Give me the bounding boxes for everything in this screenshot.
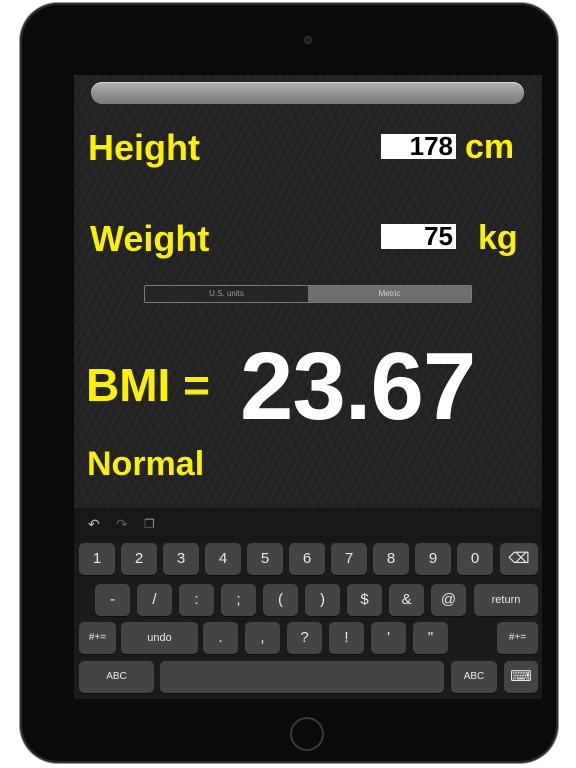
- app-screen: Height 178 cm Weight 75 kg U.S. units Me…: [74, 75, 542, 699]
- bmi-label: BMI =: [86, 359, 210, 411]
- key-dollar[interactable]: $: [347, 584, 382, 616]
- weight-label: Weight: [90, 218, 210, 259]
- abc-key-left[interactable]: ABC: [79, 661, 154, 693]
- key-2[interactable]: 2: [121, 543, 157, 575]
- key-at[interactable]: @: [431, 584, 466, 616]
- key-apostrophe[interactable]: ': [371, 622, 406, 654]
- weight-unit: kg: [478, 219, 518, 257]
- key-exclamation[interactable]: !: [329, 622, 364, 654]
- keyboard-shortcut-bar: ↶ ↷ ❐: [74, 508, 542, 542]
- key-hyphen[interactable]: -: [95, 584, 130, 616]
- key-ampersand[interactable]: &: [389, 584, 424, 616]
- segment-metric[interactable]: Metric: [308, 286, 471, 302]
- redo-icon[interactable]: ↷: [116, 516, 128, 532]
- abc-key-right[interactable]: ABC: [451, 661, 497, 693]
- key-8[interactable]: 8: [373, 543, 409, 575]
- key-5[interactable]: 5: [247, 543, 283, 575]
- top-bar: [91, 82, 524, 104]
- key-6[interactable]: 6: [289, 543, 325, 575]
- weight-input[interactable]: 75: [381, 223, 456, 249]
- height-unit: cm: [465, 128, 515, 166]
- key-quote[interactable]: ": [413, 622, 448, 654]
- onscreen-keyboard: ↶ ↷ ❐ 1 2 3 4 5 6 7 8 9 0 ⌫ - / : ; ( ) …: [74, 508, 542, 699]
- key-colon[interactable]: :: [179, 584, 214, 616]
- key-close-paren[interactable]: ): [305, 584, 340, 616]
- key-slash[interactable]: /: [137, 584, 172, 616]
- key-question[interactable]: ?: [287, 622, 322, 654]
- undo-icon[interactable]: ↶: [88, 516, 100, 532]
- dismiss-keyboard-icon[interactable]: ⌨: [504, 661, 538, 693]
- key-0[interactable]: 0: [457, 543, 493, 575]
- space-bar[interactable]: [160, 661, 444, 693]
- front-camera: [304, 36, 312, 44]
- height-input[interactable]: 178: [381, 133, 456, 159]
- backspace-key[interactable]: ⌫: [500, 543, 538, 575]
- height-label: Height: [88, 127, 200, 168]
- bmi-value: 23.67: [240, 333, 476, 440]
- paste-icon[interactable]: ❐: [144, 516, 155, 532]
- units-segmented-control: U.S. units Metric: [144, 285, 472, 303]
- key-1[interactable]: 1: [79, 543, 115, 575]
- home-button[interactable]: [290, 717, 324, 751]
- key-comma[interactable]: ,: [245, 622, 280, 654]
- key-7[interactable]: 7: [331, 543, 367, 575]
- segment-us-units[interactable]: U.S. units: [145, 286, 308, 302]
- key-9[interactable]: 9: [415, 543, 451, 575]
- bmi-category: Normal: [87, 445, 205, 483]
- key-open-paren[interactable]: (: [263, 584, 298, 616]
- more-symbols-key-left[interactable]: #+=: [79, 622, 116, 654]
- key-4[interactable]: 4: [205, 543, 241, 575]
- key-period[interactable]: .: [203, 622, 238, 654]
- tablet-frame: Height 178 cm Weight 75 kg U.S. units Me…: [20, 3, 558, 763]
- key-3[interactable]: 3: [163, 543, 199, 575]
- key-semicolon[interactable]: ;: [221, 584, 256, 616]
- undo-key[interactable]: undo: [121, 622, 198, 654]
- return-key[interactable]: return: [474, 584, 538, 616]
- more-symbols-key-right[interactable]: #+=: [497, 622, 538, 654]
